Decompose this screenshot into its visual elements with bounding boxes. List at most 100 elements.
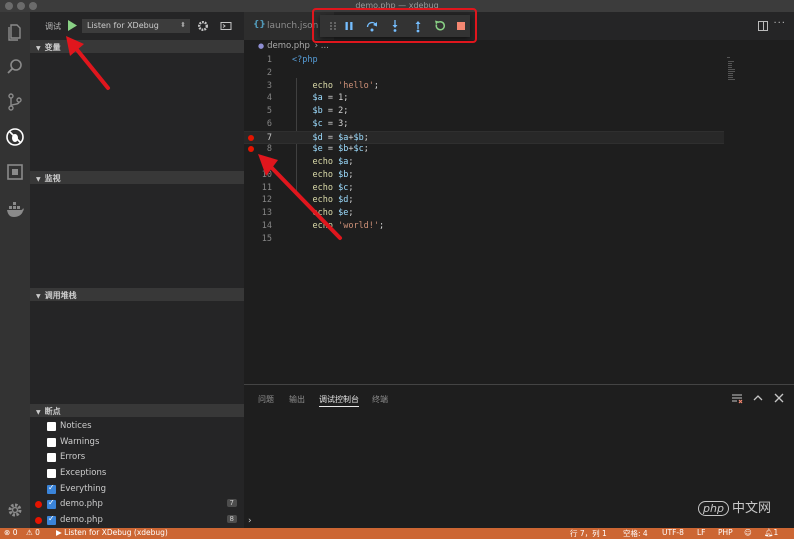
warning-count: 0 (35, 528, 40, 537)
checkbox[interactable] (47, 514, 56, 525)
split-editor-icon[interactable] (758, 21, 768, 31)
code-line[interactable]: 12 echo $d; (244, 194, 724, 207)
expand-triangle-icon: ▼ (36, 409, 41, 416)
breakpoint-dot-icon (35, 517, 42, 524)
breakpoints-section-header[interactable]: ▼ 断点 (30, 404, 244, 417)
breakpoint-file-row[interactable]: demo.php 8 (30, 513, 244, 528)
checkbox[interactable] (47, 438, 56, 447)
tab-terminal[interactable]: 终端 (372, 394, 388, 405)
breakpoint-option-row[interactable]: Everything (30, 482, 244, 497)
line-number: 11 (261, 182, 272, 193)
code-line[interactable]: 10 echo $b; (244, 169, 724, 182)
checkbox[interactable] (47, 469, 56, 478)
notifications-indicator[interactable]: 🔔︎1 (764, 528, 778, 537)
checkbox[interactable] (47, 453, 56, 462)
smiley-feedback-icon[interactable]: ☺ (744, 528, 752, 537)
code-line[interactable]: 11 echo $c; (244, 182, 724, 195)
line-number: 13 (261, 208, 272, 218)
watch-section-header[interactable]: ▼ 监视 (30, 171, 244, 184)
indentation[interactable]: 空格: 4 (623, 528, 648, 539)
cursor-position[interactable]: 行 7，列 1 (570, 528, 607, 539)
explorer-icon[interactable] (5, 22, 25, 42)
code-line[interactable]: 6 $c = 3; (244, 118, 724, 131)
tab-problems[interactable]: 问题 (258, 394, 274, 405)
debug-sidebar: 调试 Listen for XDebug ⬍ ▼ 变量 ▼ 监视 ▼ 调用堆栈 ▼ 断点… (30, 12, 244, 528)
breakpoint-option-row[interactable]: Exceptions (30, 466, 244, 481)
php-file-icon: ● (258, 42, 265, 50)
watermark-badge: php (698, 501, 729, 516)
breadcrumb-file: demo.php (267, 41, 310, 51)
line-number: 12 (261, 195, 272, 206)
breakpoint-option-row[interactable]: Warnings (30, 435, 244, 450)
debug-console-icon[interactable] (220, 20, 232, 32)
code-text: echo 'world!'; (312, 220, 385, 231)
code-line[interactable]: 1 <?php (244, 54, 724, 67)
close-panel-icon[interactable] (773, 392, 785, 404)
errors-indicator[interactable]: ⊗ 0 (4, 528, 17, 537)
debug-label: 调试 (45, 22, 61, 31)
source-control-icon[interactable] (5, 92, 25, 112)
code-text: <?php (292, 55, 318, 65)
line-number: 15 (261, 233, 272, 244)
code-line[interactable]: 3 echo 'hello'; (244, 80, 724, 93)
code-line[interactable]: 7 $d = $a+$b; (244, 130, 724, 144)
breakpoint-file-label: demo.php (60, 515, 103, 525)
debug-icon[interactable] (5, 127, 25, 147)
checkbox[interactable] (47, 483, 56, 494)
console-prompt[interactable]: › (248, 516, 252, 526)
notification-count: 1 (773, 528, 779, 537)
settings-gear-icon[interactable] (5, 500, 25, 520)
tab-label: launch.json (267, 21, 319, 31)
code-text: echo $c; (312, 182, 354, 193)
minimap[interactable] (727, 56, 737, 82)
line-number: 6 (266, 118, 272, 129)
debug-configuration-value: Listen for XDebug (87, 21, 159, 30)
line-endings[interactable]: LF (697, 528, 706, 537)
docker-icon[interactable] (5, 200, 25, 220)
gear-icon[interactable] (197, 20, 209, 32)
expand-triangle-icon: ▼ (36, 293, 41, 300)
code-text: $b = 2; (312, 106, 349, 116)
warning-icon: ⚠ (26, 528, 33, 537)
debug-config-status-label: Listen for XDebug (xdebug) (64, 528, 168, 537)
breakpoint-file-row[interactable]: demo.php 7 (30, 497, 244, 512)
warnings-indicator[interactable]: ⚠ 0 (26, 528, 40, 537)
debug-play-icon: ▶ (56, 528, 62, 537)
editor-area: {} launch.json ··· ● demo.php › ... 1 <?ph… (244, 12, 794, 384)
line-number: 10 (261, 169, 272, 180)
code-line[interactable]: 5 $b = 2; (244, 105, 724, 118)
debug-configuration-select[interactable]: Listen for XDebug ⬍ (82, 19, 190, 33)
code-line[interactable]: 15 (244, 233, 724, 246)
call-stack-section-header[interactable]: ▼ 调用堆栈 (30, 288, 244, 301)
breakpoint-option-row[interactable]: Notices (30, 419, 244, 434)
line-number: 7 (266, 132, 272, 143)
code-line[interactable]: 8 $e = $b+$c; (244, 143, 724, 156)
error-icon: ⊗ (4, 528, 11, 537)
tab-debug-console[interactable]: 调试控制台 (319, 394, 359, 407)
activity-bar (0, 12, 30, 528)
code-text: echo 'hello'; (312, 80, 380, 91)
code-text: $c = 3; (312, 118, 349, 129)
start-debugging-icon[interactable] (67, 20, 77, 31)
code-line[interactable]: 13 echo $e; (244, 207, 724, 220)
checkbox[interactable] (47, 422, 56, 431)
checkbox[interactable] (47, 498, 56, 509)
encoding[interactable]: UTF-8 (662, 528, 684, 537)
code-text: $a = 1; (312, 93, 349, 104)
debug-config-status[interactable]: ▶ Listen for XDebug (xdebug) (56, 528, 168, 537)
code-line[interactable]: 14 echo 'world!'; (244, 220, 724, 233)
more-actions-icon[interactable]: ··· (773, 18, 786, 29)
watch-section-title: 监视 (44, 174, 61, 183)
chevron-down-icon: ⬍ (180, 21, 186, 29)
search-icon[interactable] (5, 57, 25, 77)
variables-section-header[interactable]: ▼ 变量 (30, 40, 244, 53)
language-mode[interactable]: PHP (718, 528, 733, 537)
extensions-icon[interactable] (5, 162, 25, 182)
breakpoint-option-row[interactable]: Errors (30, 450, 244, 465)
clear-console-icon[interactable] (731, 392, 743, 404)
code-line[interactable]: 2 (244, 67, 724, 80)
tab-output[interactable]: 输出 (289, 394, 305, 405)
maximize-panel-icon[interactable] (752, 392, 764, 404)
code-line[interactable]: 9 echo $a; (244, 156, 724, 169)
code-line[interactable]: 4 $a = 1; (244, 92, 724, 105)
